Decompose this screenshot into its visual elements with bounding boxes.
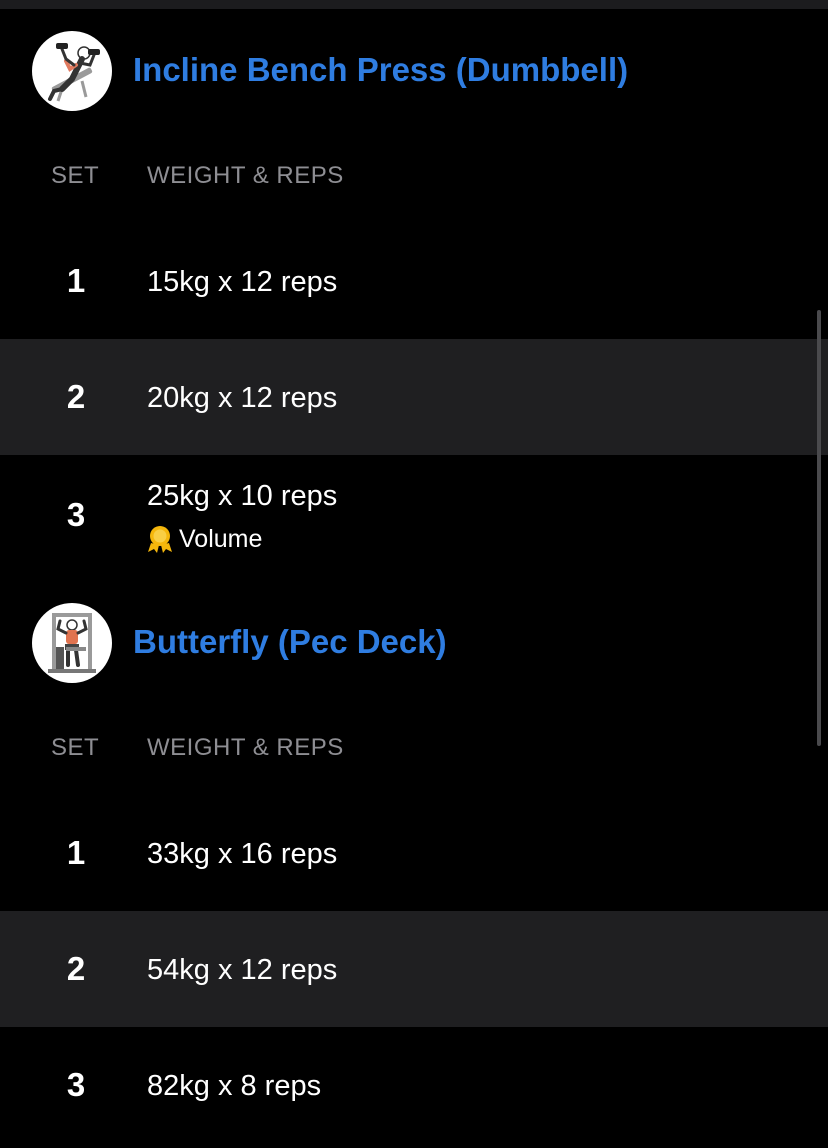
badge-label: Volume <box>179 524 263 553</box>
set-row: 1 15kg x 12 reps <box>0 223 828 339</box>
set-row: 3 82kg x 8 reps <box>0 1027 828 1143</box>
column-headers: SET WEIGHT & REPS <box>0 162 828 192</box>
exercise-header-incline-bench-press[interactable]: Incline Bench Press (Dumbbell) <box>0 31 828 111</box>
set-column-header: SET <box>51 162 100 189</box>
set-row: 2 20kg x 12 reps <box>0 339 828 455</box>
set-weight-reps: 15kg x 12 reps <box>147 266 338 298</box>
scrollbar[interactable] <box>817 310 821 746</box>
exercise-title[interactable]: Incline Bench Press (Dumbbell) <box>133 51 628 89</box>
previous-section-strip <box>0 0 828 9</box>
set-number: 2 <box>66 378 86 415</box>
set-column-header: SET <box>51 734 100 761</box>
weight-reps-column-header: WEIGHT & REPS <box>147 734 344 761</box>
set-number: 2 <box>66 950 86 987</box>
set-row: 3 25kg x 10 reps Volume <box>0 455 828 571</box>
set-row: 1 33kg x 16 reps <box>0 795 828 911</box>
set-weight-reps: 33kg x 16 reps <box>147 838 338 870</box>
column-headers: SET WEIGHT & REPS <box>0 734 828 764</box>
set-weight-reps: 20kg x 12 reps <box>147 382 338 414</box>
set-number: 3 <box>66 1066 86 1103</box>
set-weight-reps: 82kg x 8 reps <box>147 1070 322 1102</box>
set-weight-reps: 25kg x 10 reps <box>147 480 338 512</box>
set-weight-reps: 54kg x 12 reps <box>147 954 338 986</box>
pec-deck-machine-icon[interactable] <box>32 603 112 683</box>
incline-dumbbell-press-icon[interactable] <box>32 31 112 111</box>
exercise-header-butterfly[interactable]: Butterfly (Pec Deck) <box>0 603 828 683</box>
weight-reps-column-header: WEIGHT & REPS <box>147 162 344 189</box>
exercise-title[interactable]: Butterfly (Pec Deck) <box>133 623 447 661</box>
personal-record-badge: Volume <box>147 524 262 554</box>
set-row: 2 54kg x 12 reps <box>0 911 828 1027</box>
medal-icon <box>148 526 172 553</box>
set-number: 1 <box>66 262 86 299</box>
set-number: 1 <box>66 834 86 871</box>
set-number: 3 <box>66 496 86 533</box>
